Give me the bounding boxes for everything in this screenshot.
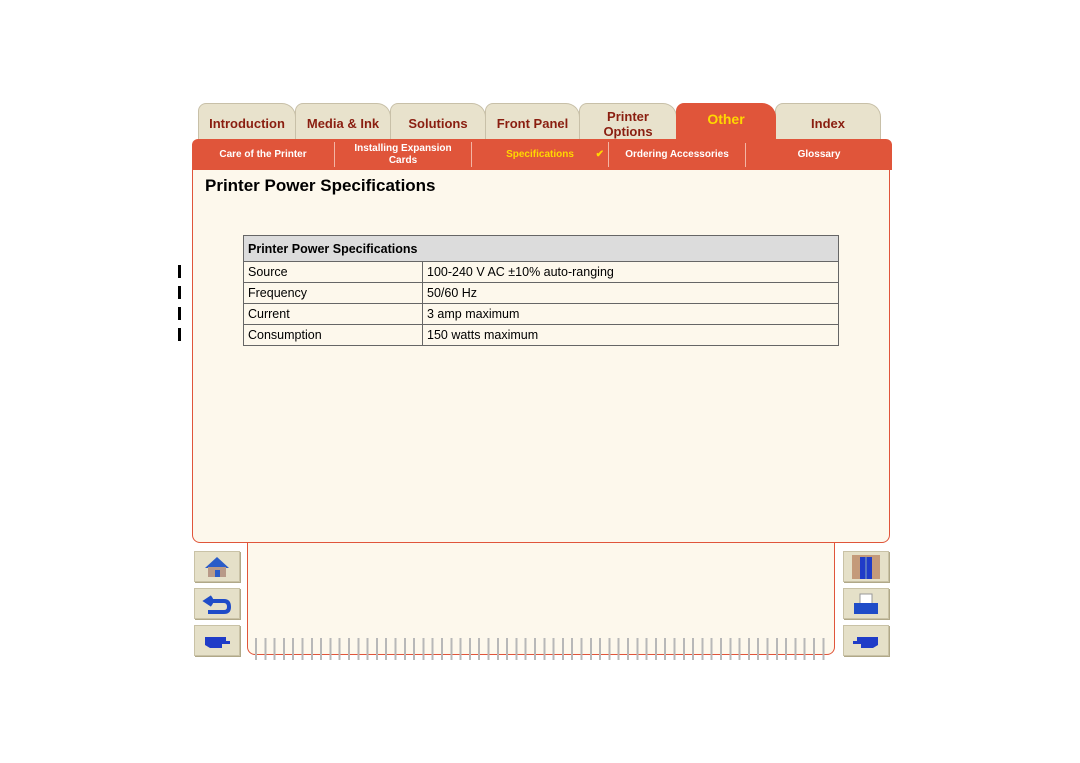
tab-front-panel[interactable]: Front Panel <box>485 103 580 143</box>
home-button[interactable] <box>194 551 240 582</box>
change-bar <box>178 265 181 278</box>
subnav-installing-expansion-cards[interactable]: Installing Expansion Cards <box>335 142 472 167</box>
tab-index[interactable]: Index <box>775 103 881 143</box>
subnav-specifications[interactable]: Specifications ✔ <box>472 142 609 167</box>
page-title: Printer Power Specifications <box>205 176 436 195</box>
subnav-glossary[interactable]: Glossary <box>746 142 892 167</box>
check-icon: ✔ <box>595 148 604 160</box>
print-icon <box>854 593 878 614</box>
exit-door-icon <box>852 554 880 579</box>
subnav-specifications-label: Specifications <box>506 148 574 160</box>
change-bar <box>178 286 181 299</box>
table-row: Consumption 150 watts maximum <box>243 324 839 346</box>
subnav-ordering-accessories[interactable]: Ordering Accessories <box>609 142 746 167</box>
spiral-binding <box>252 638 830 660</box>
previous-page-button[interactable] <box>843 625 889 656</box>
back-icon <box>202 594 232 614</box>
tab-introduction[interactable]: Introduction <box>198 103 296 143</box>
change-bar <box>178 328 181 341</box>
next-page-button[interactable] <box>194 625 240 656</box>
power-spec-table: Printer Power Specifications Source 100-2… <box>243 235 839 346</box>
change-bar <box>178 307 181 320</box>
table-header: Printer Power Specifications <box>243 235 839 262</box>
content-panel <box>192 170 890 543</box>
tab-printer-options[interactable]: Printer Options <box>579 103 677 143</box>
subnav-care-of-printer[interactable]: Care of the Printer <box>192 142 335 167</box>
table-cell: 50/60 Hz <box>422 282 839 304</box>
tab-media-ink[interactable]: Media & Ink <box>295 103 391 143</box>
tab-solutions[interactable]: Solutions <box>390 103 486 143</box>
back-button[interactable] <box>194 588 240 619</box>
table-row: Current 3 amp maximum <box>243 303 839 325</box>
table-cell: 3 amp maximum <box>422 303 839 325</box>
tab-other[interactable]: Other <box>676 103 776 143</box>
table-cell: 150 watts maximum <box>422 324 839 346</box>
table-cell: Frequency <box>243 282 423 304</box>
print-button[interactable] <box>843 588 889 619</box>
exit-button[interactable] <box>843 551 889 582</box>
previous-page-icon <box>853 636 878 648</box>
table-cell: Source <box>243 261 423 283</box>
table-row: Source 100-240 V AC ±10% auto-ranging <box>243 261 839 283</box>
sub-navigation: Care of the Printer Installing Expansion… <box>192 139 892 170</box>
home-icon <box>205 556 229 577</box>
table-cell: Consumption <box>243 324 423 346</box>
table-cell: 100-240 V AC ±10% auto-ranging <box>422 261 839 283</box>
table-cell: Current <box>243 303 423 325</box>
table-row: Frequency 50/60 Hz <box>243 282 839 304</box>
next-page-icon <box>205 636 230 648</box>
